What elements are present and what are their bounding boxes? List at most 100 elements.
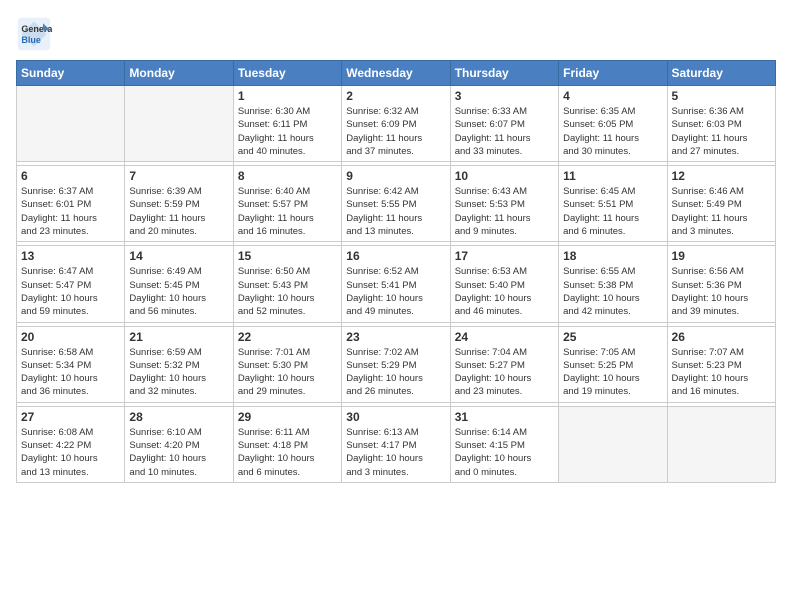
day-info: Sunrise: 6:59 AM Sunset: 5:32 PM Dayligh… bbox=[129, 346, 228, 399]
calendar-cell: 12 Sunrise: 6:46 AM Sunset: 5:49 PM Dayli… bbox=[667, 166, 775, 242]
day-number: 8 bbox=[238, 169, 337, 183]
calendar-cell: 14 Sunrise: 6:49 AM Sunset: 5:45 PM Dayli… bbox=[125, 246, 233, 322]
day-info: Sunrise: 6:40 AM Sunset: 5:57 PM Dayligh… bbox=[238, 185, 337, 238]
day-number: 3 bbox=[455, 89, 554, 103]
calendar-week-row: 13 Sunrise: 6:47 AM Sunset: 5:47 PM Dayli… bbox=[17, 246, 776, 322]
calendar-cell: 16 Sunrise: 6:52 AM Sunset: 5:41 PM Dayli… bbox=[342, 246, 450, 322]
day-number: 22 bbox=[238, 330, 337, 344]
day-number: 1 bbox=[238, 89, 337, 103]
day-number: 31 bbox=[455, 410, 554, 424]
day-info: Sunrise: 6:45 AM Sunset: 5:51 PM Dayligh… bbox=[563, 185, 662, 238]
calendar-cell: 11 Sunrise: 6:45 AM Sunset: 5:51 PM Dayli… bbox=[559, 166, 667, 242]
logo: General Blue bbox=[16, 16, 56, 52]
day-info: Sunrise: 7:04 AM Sunset: 5:27 PM Dayligh… bbox=[455, 346, 554, 399]
day-info: Sunrise: 6:39 AM Sunset: 5:59 PM Dayligh… bbox=[129, 185, 228, 238]
weekday-header: Tuesday bbox=[233, 61, 341, 86]
calendar-cell: 24 Sunrise: 7:04 AM Sunset: 5:27 PM Dayli… bbox=[450, 326, 558, 402]
day-info: Sunrise: 6:30 AM Sunset: 6:11 PM Dayligh… bbox=[238, 105, 337, 158]
calendar-week-row: 27 Sunrise: 6:08 AM Sunset: 4:22 PM Dayli… bbox=[17, 406, 776, 482]
calendar-cell: 25 Sunrise: 7:05 AM Sunset: 5:25 PM Dayli… bbox=[559, 326, 667, 402]
day-info: Sunrise: 6:36 AM Sunset: 6:03 PM Dayligh… bbox=[672, 105, 771, 158]
calendar-cell bbox=[125, 86, 233, 162]
day-number: 17 bbox=[455, 249, 554, 263]
weekday-header: Monday bbox=[125, 61, 233, 86]
weekday-header: Thursday bbox=[450, 61, 558, 86]
calendar-cell: 31 Sunrise: 6:14 AM Sunset: 4:15 PM Dayli… bbox=[450, 406, 558, 482]
day-number: 26 bbox=[672, 330, 771, 344]
day-info: Sunrise: 6:33 AM Sunset: 6:07 PM Dayligh… bbox=[455, 105, 554, 158]
day-info: Sunrise: 6:55 AM Sunset: 5:38 PM Dayligh… bbox=[563, 265, 662, 318]
weekday-header: Friday bbox=[559, 61, 667, 86]
day-info: Sunrise: 6:37 AM Sunset: 6:01 PM Dayligh… bbox=[21, 185, 120, 238]
day-info: Sunrise: 7:01 AM Sunset: 5:30 PM Dayligh… bbox=[238, 346, 337, 399]
day-info: Sunrise: 7:07 AM Sunset: 5:23 PM Dayligh… bbox=[672, 346, 771, 399]
day-info: Sunrise: 6:14 AM Sunset: 4:15 PM Dayligh… bbox=[455, 426, 554, 479]
calendar-cell: 28 Sunrise: 6:10 AM Sunset: 4:20 PM Dayli… bbox=[125, 406, 233, 482]
calendar-cell: 27 Sunrise: 6:08 AM Sunset: 4:22 PM Dayli… bbox=[17, 406, 125, 482]
weekday-header: Saturday bbox=[667, 61, 775, 86]
day-number: 11 bbox=[563, 169, 662, 183]
day-info: Sunrise: 6:58 AM Sunset: 5:34 PM Dayligh… bbox=[21, 346, 120, 399]
day-number: 4 bbox=[563, 89, 662, 103]
day-number: 13 bbox=[21, 249, 120, 263]
calendar-week-row: 1 Sunrise: 6:30 AM Sunset: 6:11 PM Daylig… bbox=[17, 86, 776, 162]
calendar-cell bbox=[667, 406, 775, 482]
day-info: Sunrise: 6:49 AM Sunset: 5:45 PM Dayligh… bbox=[129, 265, 228, 318]
day-number: 19 bbox=[672, 249, 771, 263]
day-number: 6 bbox=[21, 169, 120, 183]
day-number: 5 bbox=[672, 89, 771, 103]
day-info: Sunrise: 6:11 AM Sunset: 4:18 PM Dayligh… bbox=[238, 426, 337, 479]
day-number: 10 bbox=[455, 169, 554, 183]
day-info: Sunrise: 6:47 AM Sunset: 5:47 PM Dayligh… bbox=[21, 265, 120, 318]
day-number: 9 bbox=[346, 169, 445, 183]
calendar-cell: 17 Sunrise: 6:53 AM Sunset: 5:40 PM Dayli… bbox=[450, 246, 558, 322]
day-number: 30 bbox=[346, 410, 445, 424]
day-info: Sunrise: 6:13 AM Sunset: 4:17 PM Dayligh… bbox=[346, 426, 445, 479]
calendar-cell: 5 Sunrise: 6:36 AM Sunset: 6:03 PM Daylig… bbox=[667, 86, 775, 162]
page-header: General Blue bbox=[16, 16, 776, 52]
calendar-cell bbox=[17, 86, 125, 162]
day-number: 16 bbox=[346, 249, 445, 263]
calendar-cell: 30 Sunrise: 6:13 AM Sunset: 4:17 PM Dayli… bbox=[342, 406, 450, 482]
calendar-cell: 13 Sunrise: 6:47 AM Sunset: 5:47 PM Dayli… bbox=[17, 246, 125, 322]
weekday-header-row: SundayMondayTuesdayWednesdayThursdayFrid… bbox=[17, 61, 776, 86]
calendar: SundayMondayTuesdayWednesdayThursdayFrid… bbox=[16, 60, 776, 483]
day-number: 24 bbox=[455, 330, 554, 344]
calendar-cell: 7Sunrise: 6:39 AM Sunset: 5:59 PM Daylig… bbox=[125, 166, 233, 242]
day-number: 2 bbox=[346, 89, 445, 103]
calendar-cell: 9 Sunrise: 6:42 AM Sunset: 5:55 PM Daylig… bbox=[342, 166, 450, 242]
day-number: 29 bbox=[238, 410, 337, 424]
calendar-cell: 8 Sunrise: 6:40 AM Sunset: 5:57 PM Daylig… bbox=[233, 166, 341, 242]
day-number: 15 bbox=[238, 249, 337, 263]
weekday-header: Wednesday bbox=[342, 61, 450, 86]
calendar-cell: 2Sunrise: 6:32 AM Sunset: 6:09 PM Daylig… bbox=[342, 86, 450, 162]
day-number: 12 bbox=[672, 169, 771, 183]
day-info: Sunrise: 6:53 AM Sunset: 5:40 PM Dayligh… bbox=[455, 265, 554, 318]
day-info: Sunrise: 6:46 AM Sunset: 5:49 PM Dayligh… bbox=[672, 185, 771, 238]
day-info: Sunrise: 6:43 AM Sunset: 5:53 PM Dayligh… bbox=[455, 185, 554, 238]
calendar-cell: 4 Sunrise: 6:35 AM Sunset: 6:05 PM Daylig… bbox=[559, 86, 667, 162]
day-number: 25 bbox=[563, 330, 662, 344]
day-info: Sunrise: 6:42 AM Sunset: 5:55 PM Dayligh… bbox=[346, 185, 445, 238]
day-info: Sunrise: 6:10 AM Sunset: 4:20 PM Dayligh… bbox=[129, 426, 228, 479]
calendar-cell: 19 Sunrise: 6:56 AM Sunset: 5:36 PM Dayli… bbox=[667, 246, 775, 322]
calendar-cell: 18 Sunrise: 6:55 AM Sunset: 5:38 PM Dayli… bbox=[559, 246, 667, 322]
day-info: Sunrise: 6:35 AM Sunset: 6:05 PM Dayligh… bbox=[563, 105, 662, 158]
day-info: Sunrise: 6:08 AM Sunset: 4:22 PM Dayligh… bbox=[21, 426, 120, 479]
day-number: 28 bbox=[129, 410, 228, 424]
calendar-cell bbox=[559, 406, 667, 482]
calendar-week-row: 20Sunrise: 6:58 AM Sunset: 5:34 PM Dayli… bbox=[17, 326, 776, 402]
calendar-cell: 26 Sunrise: 7:07 AM Sunset: 5:23 PM Dayli… bbox=[667, 326, 775, 402]
calendar-cell: 22 Sunrise: 7:01 AM Sunset: 5:30 PM Dayli… bbox=[233, 326, 341, 402]
day-info: Sunrise: 6:52 AM Sunset: 5:41 PM Dayligh… bbox=[346, 265, 445, 318]
calendar-cell: 6 Sunrise: 6:37 AM Sunset: 6:01 PM Daylig… bbox=[17, 166, 125, 242]
day-number: 14 bbox=[129, 249, 228, 263]
day-info: Sunrise: 7:05 AM Sunset: 5:25 PM Dayligh… bbox=[563, 346, 662, 399]
day-info: Sunrise: 6:56 AM Sunset: 5:36 PM Dayligh… bbox=[672, 265, 771, 318]
day-number: 27 bbox=[21, 410, 120, 424]
day-number: 18 bbox=[563, 249, 662, 263]
calendar-cell: 10 Sunrise: 6:43 AM Sunset: 5:53 PM Dayli… bbox=[450, 166, 558, 242]
day-number: 21 bbox=[129, 330, 228, 344]
calendar-week-row: 6 Sunrise: 6:37 AM Sunset: 6:01 PM Daylig… bbox=[17, 166, 776, 242]
logo-icon: General Blue bbox=[16, 16, 52, 52]
